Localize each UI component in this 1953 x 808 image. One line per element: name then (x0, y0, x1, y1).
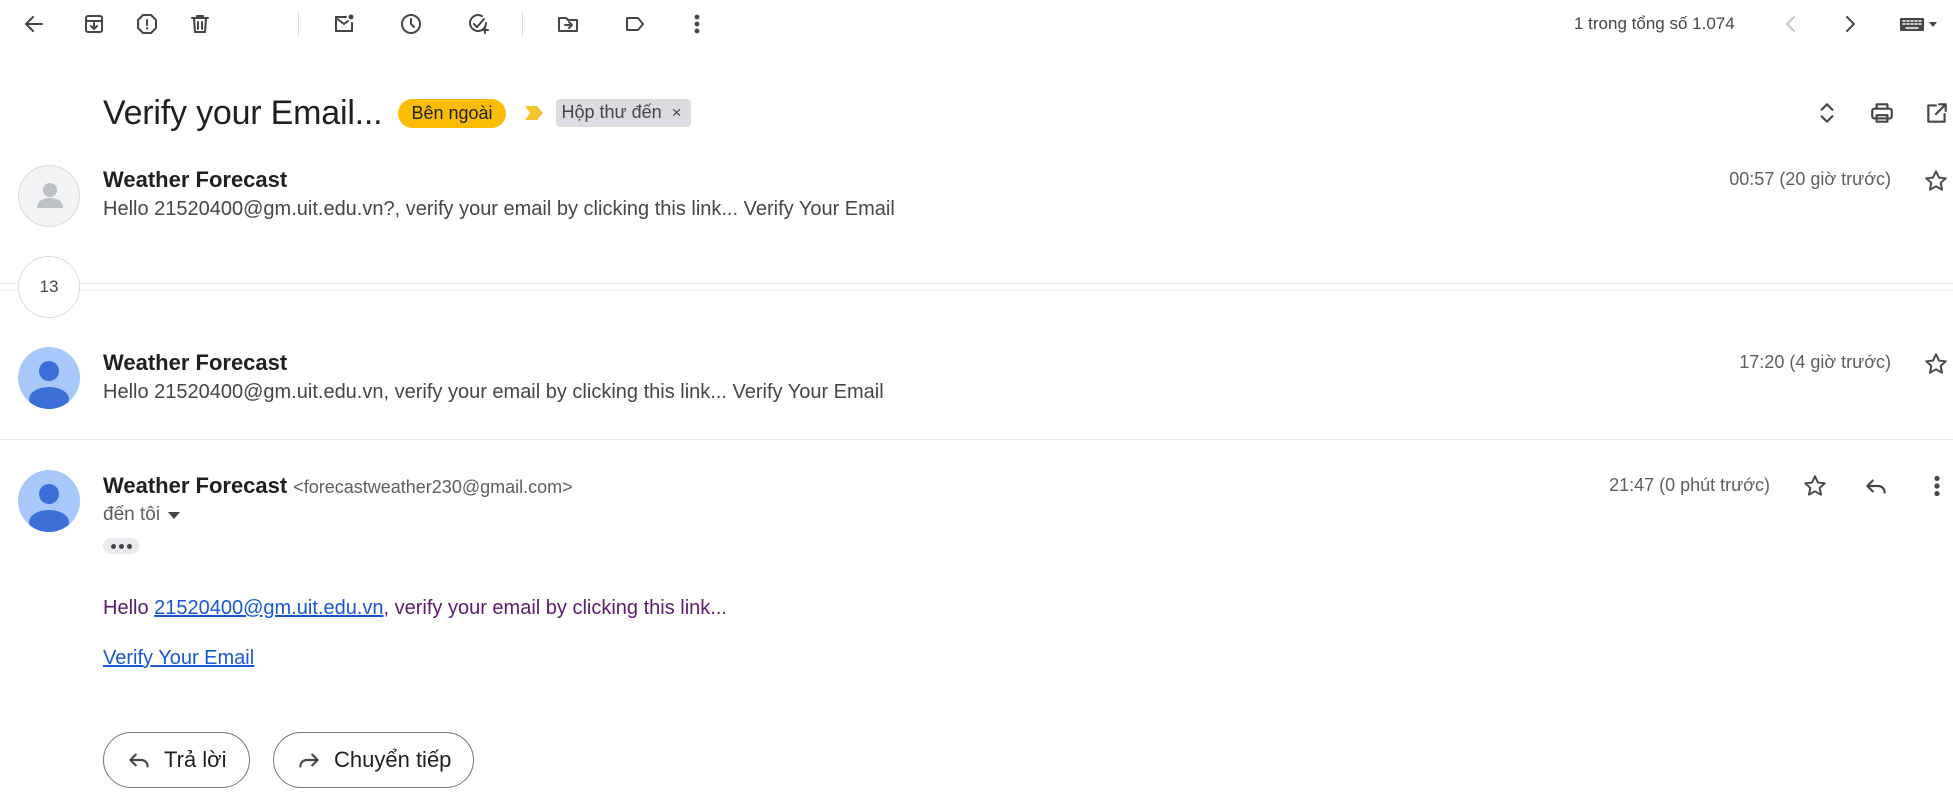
chevron-right-icon[interactable] (1830, 4, 1870, 44)
reply-icon[interactable] (1856, 466, 1896, 506)
avatar (18, 347, 80, 409)
recipient-email-link[interactable]: 21520400@gm.uit.edu.vn (154, 597, 383, 619)
body-suffix: , verify your email by clicking this lin… (383, 597, 727, 619)
remove-label-icon[interactable]: × (672, 103, 682, 123)
message-body-text: Hello 21520400@gm.uit.edu.vn, verify you… (103, 597, 727, 620)
mark-unread-icon[interactable] (324, 4, 364, 44)
avatar (18, 470, 80, 532)
label-inbox-chip: Hộp thư đến × (555, 99, 691, 127)
avatar-default (18, 165, 80, 227)
star-icon[interactable] (1799, 470, 1831, 502)
show-trimmed-content-button[interactable] (103, 538, 139, 554)
message-sender[interactable]: Weather Forecast (103, 350, 287, 376)
toolbar: 1 trong tổng số 1.074 (0, 0, 1953, 50)
forward-button[interactable]: Chuyển tiếp (273, 732, 475, 788)
reply-icon (129, 753, 149, 768)
forward-icon (299, 753, 319, 768)
message-sender[interactable]: Weather Forecast (103, 167, 287, 193)
print-icon[interactable] (1862, 93, 1902, 133)
chevron-down-icon (168, 511, 181, 519)
message-time: 00:57 (20 giờ trước) (1729, 169, 1891, 189)
to-me-label: đến tôi (103, 504, 161, 525)
star-icon[interactable] (1920, 348, 1952, 380)
person-icon (29, 361, 69, 409)
archive-icon[interactable] (74, 4, 114, 44)
collapsed-divider (0, 290, 1953, 291)
sender-name: Weather Forecast (103, 473, 288, 498)
message-snippet[interactable]: Hello 21520400@gm.uit.edu.vn?, verify yo… (103, 198, 895, 221)
collapsed-divider (0, 283, 1953, 284)
reply-label: Trả lời (164, 747, 227, 772)
open-new-window-icon[interactable] (1917, 93, 1953, 133)
message-time: 21:47 (0 phút trước) (1609, 475, 1770, 495)
toolbar-divider (298, 12, 299, 36)
recipient-details-toggle[interactable]: đến tôi (103, 504, 181, 526)
message-snippet[interactable]: Hello 21520400@gm.uit.edu.vn, verify you… (103, 381, 884, 404)
add-task-icon[interactable] (458, 4, 498, 44)
reply-button[interactable]: Trả lời (103, 732, 250, 788)
label-external-chip: Bên ngoài (398, 98, 506, 128)
thread-subject: Verify your Email... (103, 93, 383, 132)
more-vertical-icon[interactable] (1917, 466, 1953, 506)
expand-all-icon[interactable] (1807, 93, 1847, 133)
pager-count: 1 trong tổng số 1.074 (1574, 14, 1735, 33)
report-spam-icon[interactable] (127, 4, 167, 44)
person-icon (37, 183, 63, 208)
importance-marker-icon[interactable] (524, 105, 544, 121)
forward-label: Chuyển tiếp (334, 747, 452, 772)
toolbar-divider (522, 12, 523, 36)
message-divider (0, 439, 1953, 440)
keyboard-icon[interactable] (1890, 4, 1946, 44)
collapsed-messages-count[interactable]: 13 (18, 256, 80, 318)
subject-row: Verify your Email... Bên ngoài Hộp thư đ… (103, 88, 691, 138)
chevron-left-icon[interactable] (1771, 4, 1811, 44)
delete-icon[interactable] (180, 4, 220, 44)
move-to-folder-icon[interactable] (548, 4, 588, 44)
snooze-clock-icon[interactable] (391, 4, 431, 44)
label-icon[interactable] (615, 4, 655, 44)
label-inbox-text: Hộp thư đến (561, 102, 662, 122)
person-icon (29, 484, 69, 532)
body-prefix: Hello (103, 597, 155, 619)
message-time: 17:20 (4 giờ trước) (1739, 352, 1891, 372)
star-icon[interactable] (1920, 165, 1952, 197)
back-arrow-icon[interactable] (14, 4, 54, 44)
sender-email: <forecastweather230@gmail.com> (293, 477, 573, 497)
more-vertical-icon[interactable] (677, 4, 717, 44)
open-message-sender[interactable]: Weather Forecast <forecastweather230@gmai… (103, 473, 573, 499)
verify-email-link[interactable]: Verify Your Email (103, 647, 254, 670)
